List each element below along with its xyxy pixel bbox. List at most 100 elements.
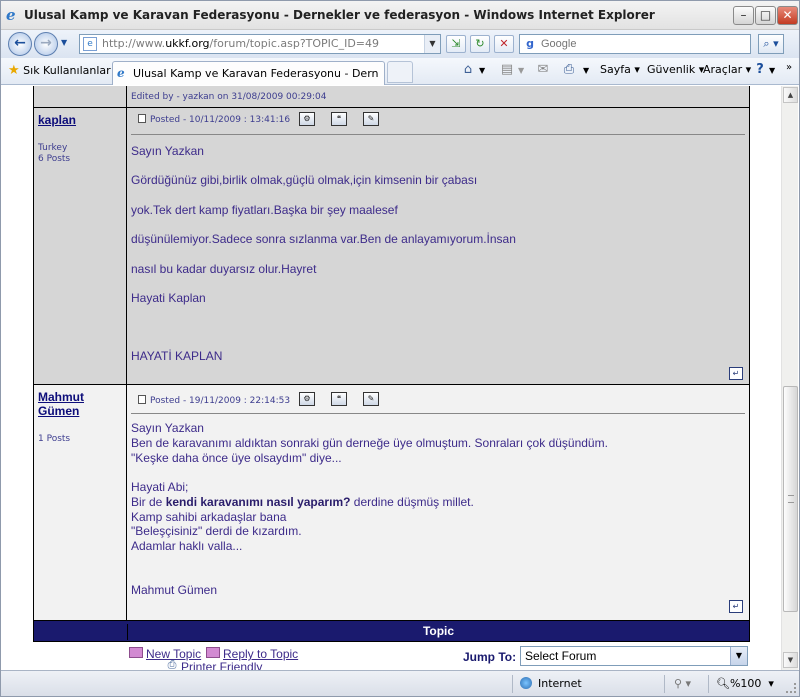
author-link[interactable]: Mahmut Gümen: [38, 390, 122, 418]
ie-icon: e: [117, 66, 125, 80]
google-icon: g: [526, 37, 534, 50]
favorites-button[interactable]: ★ Sık Kullanılanlar: [8, 63, 111, 78]
forum-post: Mahmut Gümen 1 Posts Posted - 19/11/2009 …: [33, 385, 750, 620]
post-separator: [131, 413, 745, 414]
new-tab-button[interactable]: [387, 61, 413, 83]
edited-note: Edited by - yazkan on 31/08/2009 00:29:0…: [131, 92, 327, 102]
address-bar[interactable]: e http://www.ukkf.org/forum/topic.asp?TO…: [79, 34, 441, 54]
address-url[interactable]: http://www.ukkf.org/forum/topic.asp?TOPI…: [102, 37, 379, 50]
rss-icon[interactable]: ▤: [498, 61, 516, 79]
security-zone[interactable]: Internet: [520, 677, 582, 690]
post-line: düşünülemiyor.Sadece sonra sızlanma var.…: [131, 232, 516, 246]
post-body: Posted - 10/11/2009 : 13:41:16 ⚙ ❝ ✎ Say…: [127, 108, 749, 384]
help-icon[interactable]: ?: [751, 61, 769, 79]
posted-date: Posted - 19/11/2009 : 22:14:53: [138, 395, 290, 406]
search-button[interactable]: ⌕ ▾: [758, 34, 784, 54]
navigation-bar: ← → ▼ e http://www.ukkf.org/forum/topic.…: [0, 30, 800, 58]
star-icon: ★: [8, 63, 20, 78]
jump-to-label: Jump To:: [463, 650, 517, 664]
reply-quote-icon[interactable]: ↵: [729, 600, 743, 613]
help-dropdown[interactable]: ▼: [769, 66, 775, 75]
author-post-count: 1 Posts: [38, 434, 71, 444]
print-icon[interactable]: ⎙: [560, 61, 578, 79]
post-icon: [138, 114, 146, 123]
reply-quote-icon[interactable]: ↵: [729, 367, 743, 380]
search-box[interactable]: g: [519, 34, 751, 54]
back-icon: ←: [14, 35, 26, 51]
home-icon[interactable]: ⌂: [459, 61, 477, 79]
quote-icon[interactable]: ❝: [331, 112, 347, 126]
favicon-icon: e: [83, 37, 97, 51]
close-button[interactable]: ✕: [777, 6, 798, 25]
post-icon: [138, 395, 146, 404]
back-button[interactable]: ←: [8, 32, 32, 56]
status-divider: [708, 675, 709, 693]
print-dropdown[interactable]: ▼: [583, 66, 589, 75]
page-menu[interactable]: Sayfa ▾: [600, 63, 640, 76]
author-cell: Mahmut Gümen 1 Posts: [34, 385, 127, 620]
minimize-button[interactable]: –: [733, 6, 754, 25]
post-line: Sayın Yazkan: [131, 144, 204, 158]
posted-date: Posted - 10/11/2009 : 13:41:16: [138, 114, 290, 125]
jump-to-value: Select Forum: [525, 649, 597, 663]
maximize-button[interactable]: □: [755, 6, 776, 25]
toolbar-chevron[interactable]: »: [786, 62, 792, 73]
status-divider: [512, 675, 513, 693]
post-separator: [131, 134, 745, 135]
scroll-up-button[interactable]: ▲: [783, 87, 798, 103]
protected-mode-icon[interactable]: ⚲ ▾: [674, 677, 691, 690]
post-line: Bir de kendi karavanımı nasıl yaparım? d…: [131, 495, 474, 509]
post-line: Hayati Kaplan: [131, 291, 206, 305]
post-line: "Beleşçisiniz" derdi de kızardım.: [131, 524, 302, 538]
printer-friendly-link[interactable]: Printer Friendly: [181, 660, 262, 670]
post-line: HAYATİ KAPLAN: [131, 349, 223, 363]
scroll-grip: [788, 495, 794, 503]
profile-icon[interactable]: ⚙: [299, 112, 315, 126]
topic-bar: Topic: [33, 620, 750, 642]
forum-post: kaplan Turkey 6 Posts Posted - 10/11/200…: [33, 108, 750, 385]
vertical-scrollbar[interactable]: ▲ ▼: [781, 86, 798, 670]
post-line: Ben de karavanımı aldıktan sonraki gün d…: [131, 436, 608, 450]
previous-post-fragment: Edited by - yazkan on 31/08/2009 00:29:0…: [33, 86, 750, 108]
edit-icon[interactable]: ✎: [363, 112, 379, 126]
resize-grip[interactable]: [786, 683, 796, 693]
post-line: Kamp sahibi arkadaşlar bana: [131, 510, 287, 524]
scroll-down-button[interactable]: ▼: [783, 652, 798, 668]
window-title-bar: e Ulusal Kamp ve Karavan Federasyonu - D…: [0, 0, 800, 30]
rss-dropdown[interactable]: ▼: [518, 66, 524, 75]
stop-icon: ✕: [499, 37, 509, 50]
post-line: Adamlar haklı valla...: [131, 539, 243, 553]
author-link[interactable]: kaplan: [38, 113, 122, 127]
reply-topic-link[interactable]: Reply to Topic: [223, 647, 298, 661]
zoom-level[interactable]: 🔍︎%100 ▾: [716, 677, 774, 690]
refresh-icon: ↻: [475, 37, 485, 50]
print-icon: ⎙: [167, 658, 177, 670]
search-input[interactable]: [541, 36, 741, 52]
post-line: "Keşke daha önce üye olsaydım" diye...: [131, 451, 342, 465]
favorites-bar: ★ Sık Kullanılanlar e Ulusal Kamp ve Kar…: [0, 58, 800, 85]
recent-pages-dropdown[interactable]: ▼: [61, 38, 67, 47]
previous-author-cell: [34, 86, 127, 107]
edit-icon[interactable]: ✎: [363, 392, 379, 406]
status-divider: [664, 675, 665, 693]
scroll-thumb[interactable]: [783, 386, 798, 612]
author-location: Turkey: [38, 143, 68, 153]
refresh-button[interactable]: ↻: [470, 35, 490, 53]
post-line: Mahmut Gümen: [131, 583, 218, 597]
tools-menu[interactable]: Araçlar ▾: [703, 63, 751, 76]
status-bar: Internet ⚲ ▾ 🔍︎%100 ▾: [0, 670, 800, 697]
compat-button[interactable]: ⇲: [446, 35, 466, 53]
browser-tab[interactable]: e Ulusal Kamp ve Karavan Federasyonu - D…: [112, 61, 385, 85]
address-dropdown[interactable]: ▼: [424, 35, 440, 53]
mail-icon[interactable]: ✉: [534, 61, 552, 79]
post-line: yok.Tek dert kamp fiyatları.Başka bir şe…: [131, 203, 398, 217]
tab-title: Ulusal Kamp ve Karavan Federasyonu - Der…: [133, 67, 378, 80]
quote-icon[interactable]: ❝: [331, 392, 347, 406]
jump-to-select[interactable]: Select Forum ▼: [520, 646, 748, 666]
home-dropdown[interactable]: ▼: [479, 66, 485, 75]
profile-icon[interactable]: ⚙: [299, 392, 315, 406]
forward-button[interactable]: →: [34, 32, 58, 56]
post-line: Sayın Yazkan: [131, 421, 204, 435]
security-menu[interactable]: Güvenlik ▾: [647, 63, 704, 76]
stop-button[interactable]: ✕: [494, 35, 514, 53]
